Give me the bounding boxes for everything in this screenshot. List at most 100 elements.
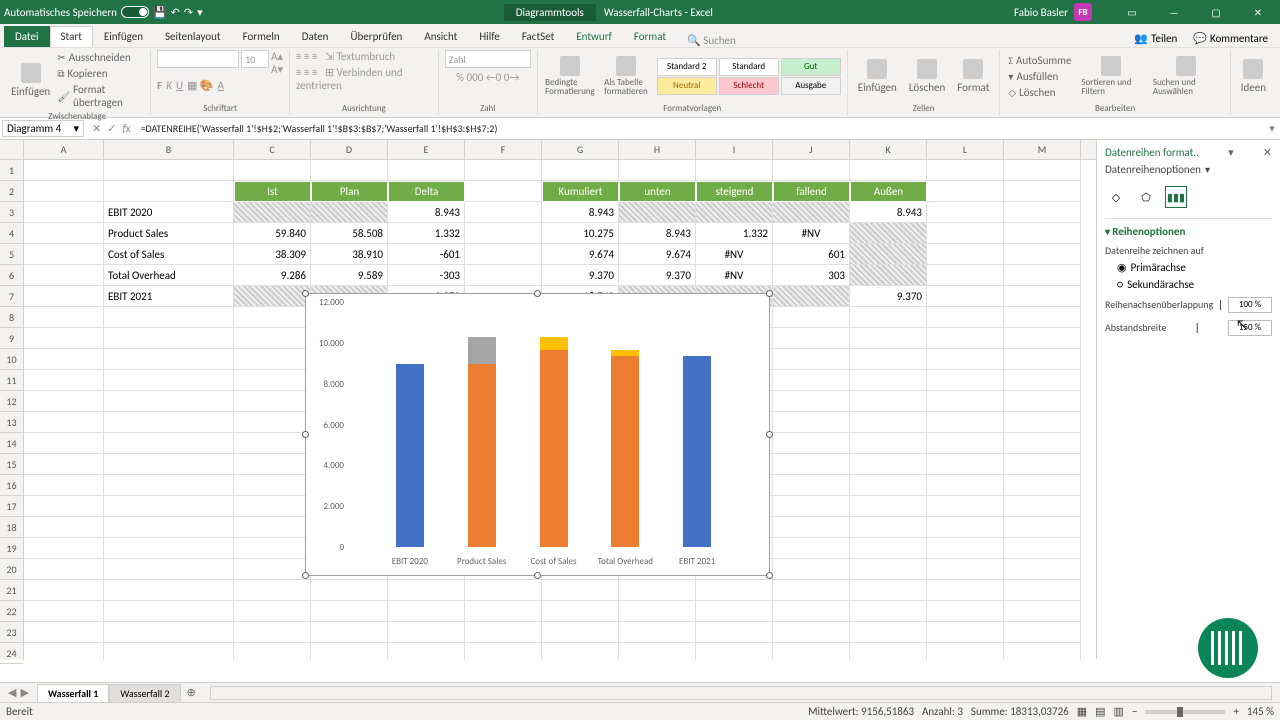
tab-format[interactable]: Format: [623, 26, 677, 47]
cell[interactable]: [1004, 202, 1081, 223]
cell[interactable]: 8.943: [542, 202, 619, 223]
cell[interactable]: [696, 622, 773, 643]
qat-undo-icon[interactable]: ↶: [171, 6, 180, 19]
cell[interactable]: 8.943: [619, 223, 696, 244]
handle[interactable]: [534, 290, 541, 297]
cell[interactable]: [773, 412, 850, 433]
comments-button[interactable]: 💬 Kommentare: [1187, 30, 1274, 47]
handle[interactable]: [534, 572, 541, 579]
cell[interactable]: -303: [388, 265, 465, 286]
cell[interactable]: [927, 328, 1004, 349]
cell[interactable]: [465, 223, 542, 244]
cell[interactable]: [104, 307, 234, 328]
search-label[interactable]: Suchen: [703, 34, 736, 47]
effects-icon[interactable]: ⬠: [1135, 186, 1157, 208]
cell[interactable]: [1004, 559, 1081, 580]
cell[interactable]: [388, 160, 465, 181]
row-header[interactable]: 14: [0, 433, 23, 454]
cell[interactable]: [773, 643, 850, 660]
cell[interactable]: [104, 160, 234, 181]
cell[interactable]: [696, 601, 773, 622]
cell[interactable]: [850, 538, 927, 559]
cell[interactable]: [234, 454, 311, 475]
cell[interactable]: [234, 517, 311, 538]
row-header[interactable]: 15: [0, 454, 23, 475]
cell[interactable]: [104, 475, 234, 496]
cell[interactable]: [104, 181, 234, 202]
tab-daten[interactable]: Daten: [291, 26, 340, 47]
row-header[interactable]: 12: [0, 391, 23, 412]
fx-icon[interactable]: fx: [122, 122, 130, 135]
row-header[interactable]: 6: [0, 265, 23, 286]
cell[interactable]: [234, 580, 311, 601]
cell[interactable]: [542, 601, 619, 622]
font-name[interactable]: [157, 50, 239, 68]
cell[interactable]: [24, 391, 104, 412]
copy-button[interactable]: ⧉ Kopieren: [55, 66, 144, 81]
cell[interactable]: [104, 433, 234, 454]
cell[interactable]: [927, 601, 1004, 622]
user-name[interactable]: Fabio Basler: [1014, 6, 1068, 19]
cell[interactable]: [1004, 643, 1081, 660]
cell[interactable]: [927, 538, 1004, 559]
cell[interactable]: 10.275: [542, 223, 619, 244]
cell[interactable]: unten: [619, 181, 696, 202]
cell[interactable]: [104, 622, 234, 643]
cell[interactable]: [927, 223, 1004, 244]
cell[interactable]: [773, 580, 850, 601]
col-header[interactable]: M: [1004, 140, 1081, 159]
cell[interactable]: [24, 181, 104, 202]
cell[interactable]: [24, 223, 104, 244]
cell[interactable]: [311, 622, 388, 643]
cell[interactable]: [388, 580, 465, 601]
cell[interactable]: [1004, 181, 1081, 202]
cell[interactable]: [465, 265, 542, 286]
cell[interactable]: [619, 601, 696, 622]
tab-ansicht[interactable]: Ansicht: [413, 26, 468, 47]
cell[interactable]: [850, 475, 927, 496]
add-sheet-button[interactable]: ⊕: [181, 686, 202, 699]
cell[interactable]: fallend: [773, 181, 850, 202]
cell[interactable]: [24, 307, 104, 328]
cell[interactable]: [104, 601, 234, 622]
style-standard[interactable]: Standard: [719, 58, 779, 76]
zoom-level[interactable]: 145 %: [1247, 705, 1274, 718]
cell[interactable]: [773, 328, 850, 349]
cell[interactable]: [1004, 223, 1081, 244]
find-button[interactable]: Suchen und Auswählen: [1149, 54, 1224, 98]
style-schlecht[interactable]: Schlecht: [719, 77, 779, 95]
cell[interactable]: [850, 391, 927, 412]
cell[interactable]: [619, 622, 696, 643]
cell[interactable]: [850, 412, 927, 433]
row-header[interactable]: 9: [0, 328, 23, 349]
cell[interactable]: 59.840: [234, 223, 311, 244]
handle[interactable]: [302, 572, 309, 579]
row-header[interactable]: 5: [0, 244, 23, 265]
tab-seitenlayout[interactable]: Seitenlayout: [154, 26, 232, 47]
cell[interactable]: [234, 391, 311, 412]
cell[interactable]: [311, 601, 388, 622]
col-header[interactable]: B: [104, 140, 234, 159]
cell[interactable]: [465, 202, 542, 223]
handle[interactable]: [766, 431, 773, 438]
insert-cells-button[interactable]: Einfügen: [854, 57, 901, 96]
paste-button[interactable]: Einfügen: [10, 61, 51, 100]
cell[interactable]: [104, 349, 234, 370]
row-header[interactable]: 18: [0, 517, 23, 538]
cell[interactable]: #NV: [773, 223, 850, 244]
cell[interactable]: [234, 370, 311, 391]
cell[interactable]: [773, 538, 850, 559]
handle[interactable]: [766, 572, 773, 579]
cell[interactable]: [24, 328, 104, 349]
cell[interactable]: [24, 286, 104, 307]
cell[interactable]: 9.370: [850, 286, 927, 307]
cell[interactable]: [24, 475, 104, 496]
cell[interactable]: 38.910: [311, 244, 388, 265]
pane-close-icon[interactable]: ✕: [1263, 146, 1272, 159]
cell[interactable]: [927, 496, 1004, 517]
col-header[interactable]: J: [773, 140, 850, 159]
cell[interactable]: [234, 307, 311, 328]
cell[interactable]: [773, 601, 850, 622]
chart-object[interactable]: EBIT 2020Product SalesCost of SalesTotal…: [305, 293, 770, 576]
col-header[interactable]: H: [619, 140, 696, 159]
